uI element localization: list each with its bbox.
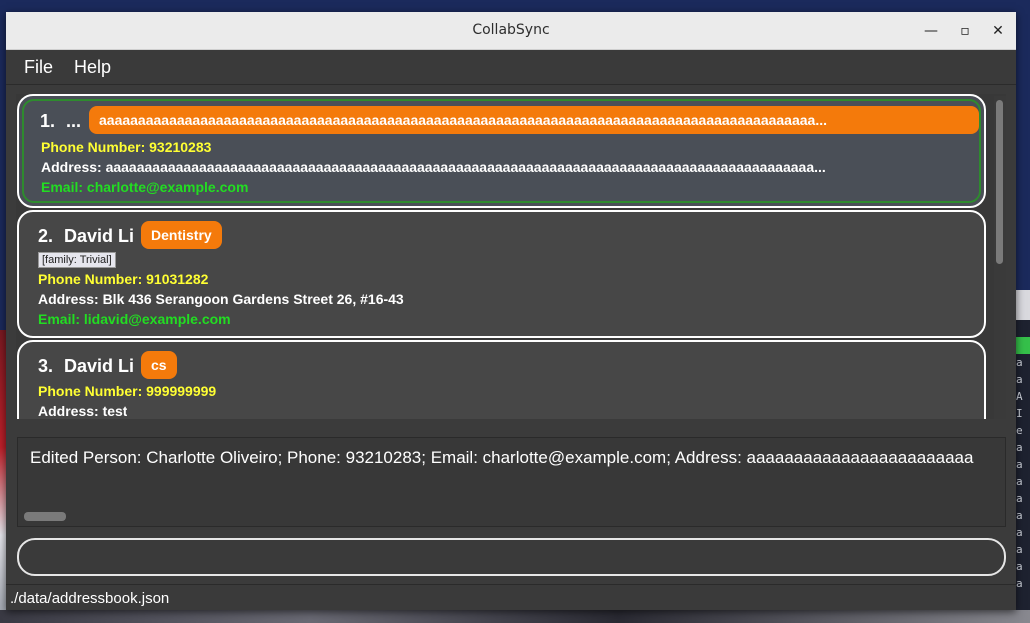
menu-file[interactable]: File [24, 57, 53, 78]
person-card-3[interactable]: 3. David Li cs Phone Number: 999999999 A… [17, 340, 986, 419]
save-location: ./data/addressbook.json [10, 590, 170, 607]
desktop-wallpaper-bottom [0, 610, 1030, 623]
person-tag: Dentistry [141, 221, 222, 249]
app-window: CollabSync — ▫ ✕ File Help 1. ... aaaaaa… [6, 12, 1016, 610]
menu-bar: File Help [6, 50, 1016, 85]
window-title: CollabSync [472, 22, 550, 38]
result-scrollbar-thumb[interactable] [24, 512, 66, 521]
person-card-1[interactable]: 1. ... aaaaaaaaaaaaaaaaaaaaaaaaaaaaaaaaa… [17, 94, 986, 208]
result-display: Edited Person: Charlotte Oliveiro; Phone… [17, 437, 1006, 527]
list-scrollbar[interactable] [994, 96, 1006, 419]
list-scrollbar-thumb[interactable] [996, 100, 1003, 264]
person-email: Email: charlotte@example.com [41, 179, 249, 195]
close-button[interactable]: ✕ [987, 20, 1009, 42]
person-address: Address: aaaaaaaaaaaaaaaaaaaaaaaaaaaaaaa… [41, 159, 826, 175]
status-bar: ./data/addressbook.json [6, 584, 1016, 610]
person-list[interactable]: 1. ... aaaaaaaaaaaaaaaaaaaaaaaaaaaaaaaaa… [16, 94, 1006, 419]
person-tag: aaaaaaaaaaaaaaaaaaaaaaaaaaaaaaaaaaaaaaaa… [89, 106, 979, 134]
relationship-badge: [family: Trivial] [38, 252, 116, 268]
person-phone: Phone Number: 999999999 [38, 383, 217, 399]
person-index: 3. [38, 356, 54, 376]
person-card-2[interactable]: 2. David Li Dentistry [family: Trivial] … [17, 210, 986, 338]
person-phone: Phone Number: 91031282 [38, 271, 209, 287]
maximize-button[interactable]: ▫ [954, 20, 976, 42]
person-email: Email: lidavid@example.com [38, 311, 231, 327]
person-tag: cs [141, 351, 177, 379]
person-index: 2. [38, 226, 54, 246]
person-name: David Li [64, 356, 135, 376]
person-index: 1. [40, 111, 56, 131]
command-input[interactable] [17, 538, 1006, 576]
person-phone: Phone Number: 93210283 [41, 139, 212, 155]
person-address: Address: test [38, 403, 128, 419]
background-terminal: aaAIeaaaaaaaaa [1016, 320, 1030, 610]
result-text: Edited Person: Charlotte Oliveiro; Phone… [30, 448, 974, 467]
person-name: David Li [64, 226, 135, 246]
person-name: ... [66, 111, 82, 131]
person-address: Address: Blk 436 Serangoon Gardens Stree… [38, 291, 404, 307]
minimize-button[interactable]: — [920, 20, 942, 42]
title-bar: CollabSync — ▫ ✕ [6, 12, 1016, 50]
menu-help[interactable]: Help [74, 57, 111, 78]
